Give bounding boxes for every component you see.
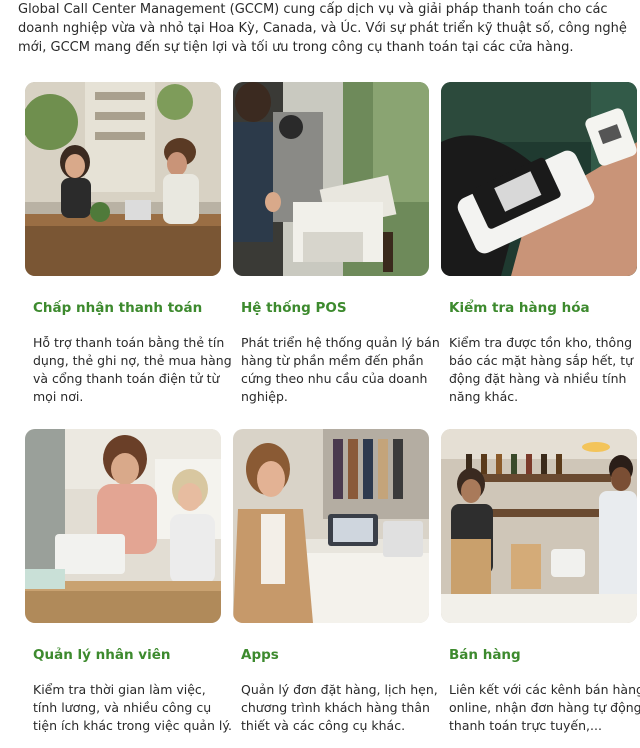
service-description: Kiểm tra thời gian làm việc, tính lương,…: [33, 682, 232, 733]
service-title: Chấp nhận thanh toán: [33, 300, 203, 316]
service-title: Apps: [241, 647, 279, 663]
service-description: Phát triển hệ thống quản lý bán hàng từ …: [241, 335, 440, 404]
service-title: Kiểm tra hàng hóa: [449, 300, 590, 316]
staff-counter-photo: [25, 429, 221, 623]
service-title: Quản lý nhân viên: [33, 647, 171, 663]
cafe-counter-photo: [25, 82, 221, 276]
boutique-laptop-photo: [233, 429, 429, 623]
service-description: Quản lý đơn đặt hàng, lịch hẹn, chương t…: [241, 682, 438, 733]
handheld-scanner-photo: [441, 82, 637, 276]
service-title: Bán hàng: [449, 647, 521, 663]
service-description: Kiểm tra được tồn kho, thông báo các mặt…: [449, 335, 634, 404]
intro-paragraph: Global Call Center Management (GCCM) cun…: [18, 2, 627, 55]
service-description: Liên kết với các kênh bán hàng online, n…: [449, 682, 640, 733]
service-description: Hỗ trợ thanh toán bằng thẻ tín dụng, thẻ…: [33, 335, 232, 404]
barista-pos-photo: [233, 82, 429, 276]
service-title: Hệ thống POS: [241, 300, 347, 316]
takeout-bag-photo: [441, 429, 637, 623]
